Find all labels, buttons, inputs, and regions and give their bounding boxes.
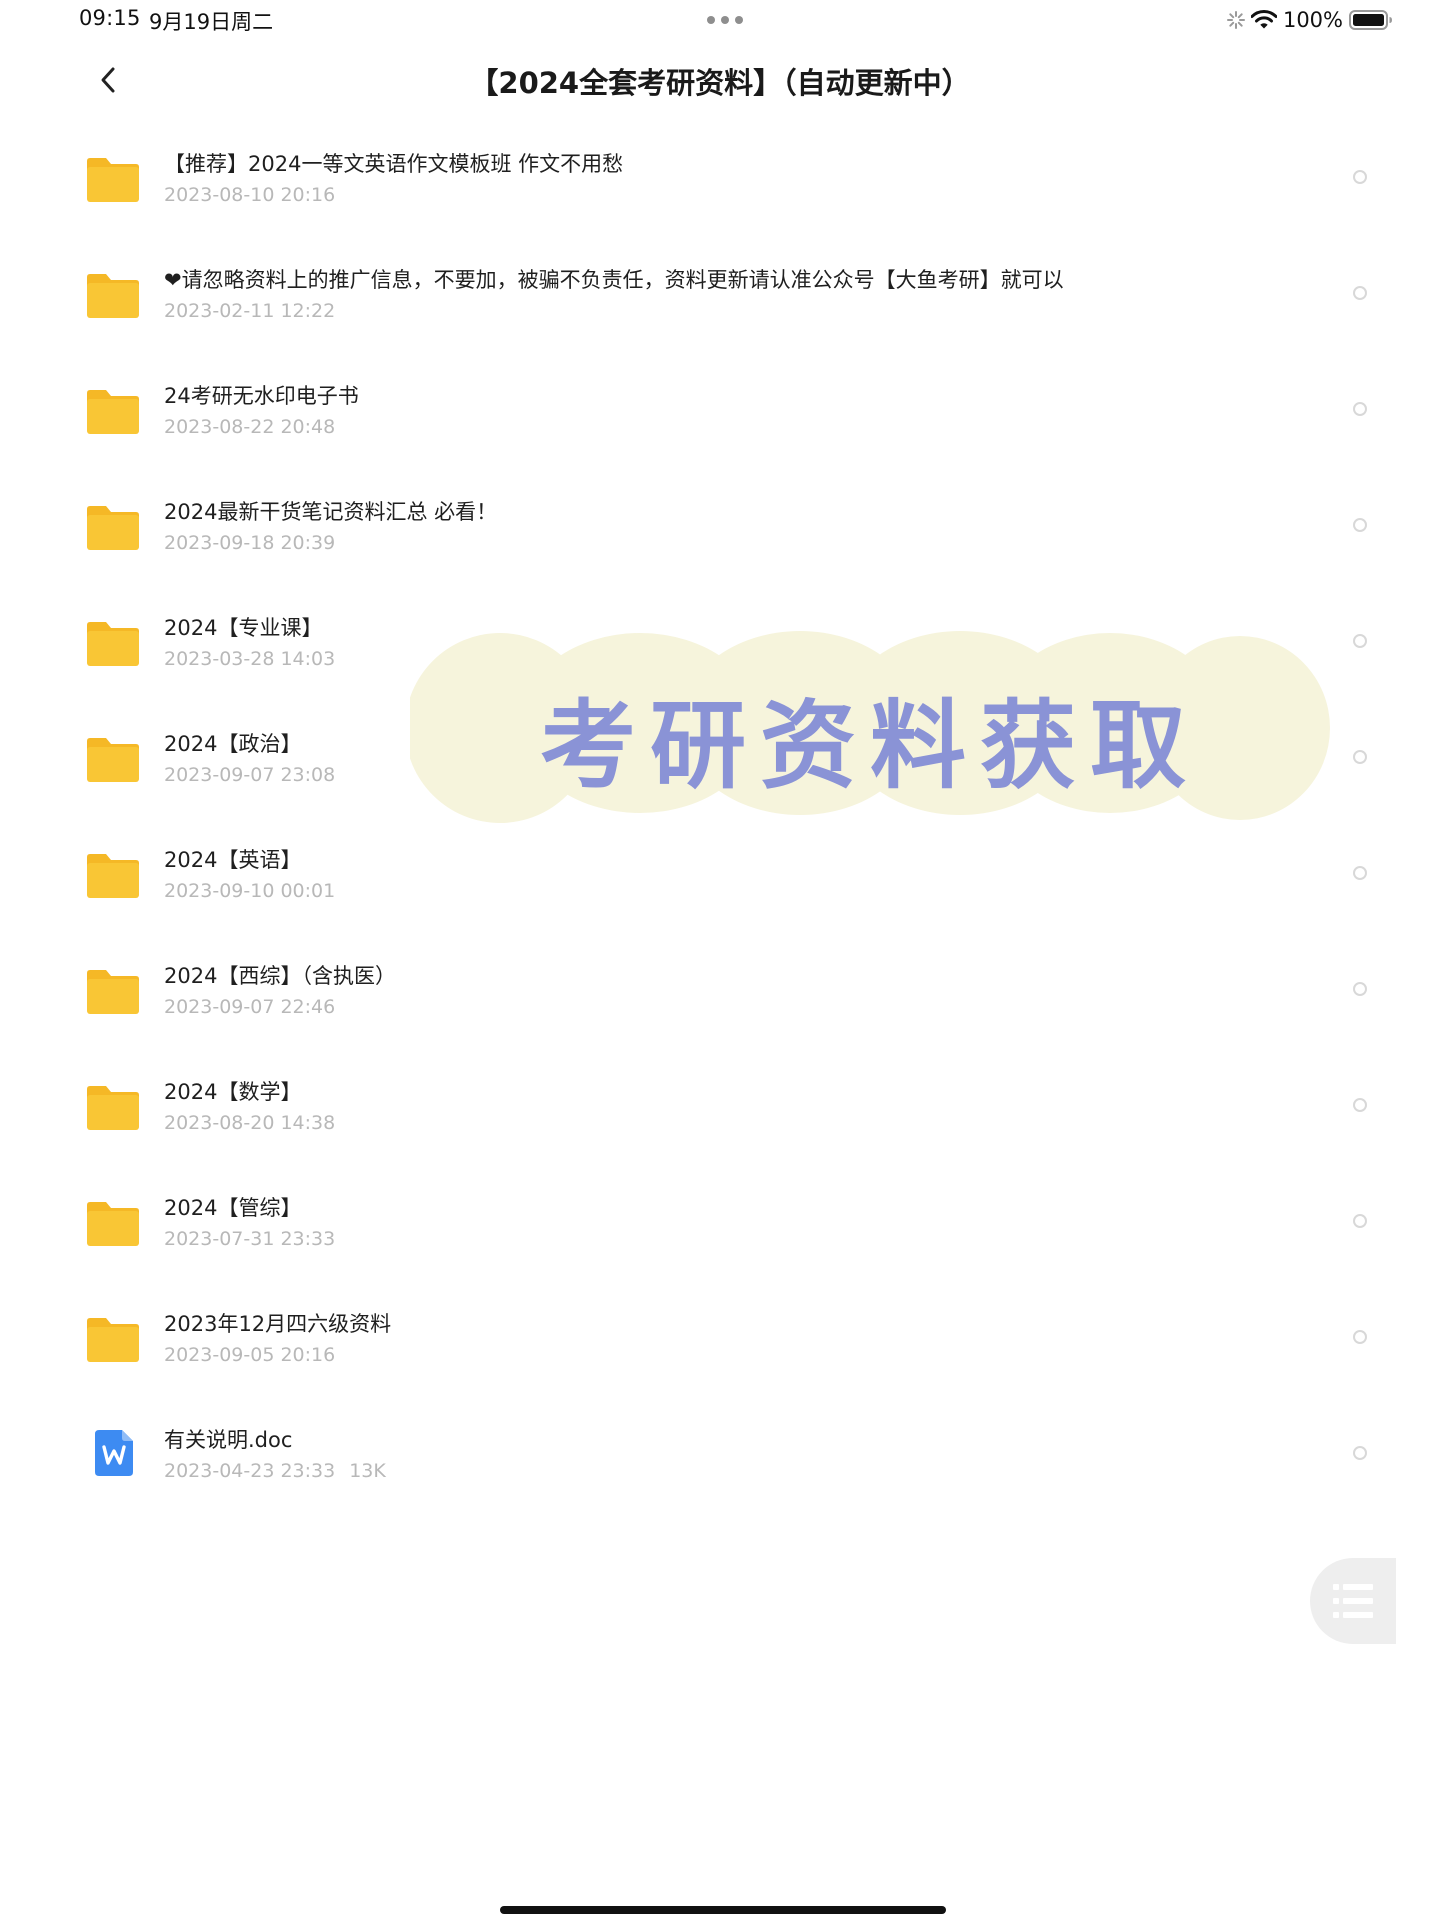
- file-row[interactable]: 有关说明.doc 2023-04-23 23:33 13K: [0, 1396, 1440, 1512]
- file-date: 2023-09-07 23:08: [164, 764, 336, 786]
- file-name: 2024最新干货笔记资料汇总 必看！: [164, 500, 498, 524]
- folder-icon: [87, 158, 139, 202]
- select-radio[interactable]: [1353, 170, 1367, 184]
- file-date: 2023-09-05 20:16: [164, 1344, 336, 1366]
- folder-icon: [87, 970, 139, 1014]
- folder-icon: [87, 1318, 139, 1362]
- file-meta: 2023-08-22 20:48: [164, 416, 335, 438]
- folder-row[interactable]: 2024【管综】 2023-07-31 23:33: [0, 1164, 1440, 1280]
- file-meta: 2023-09-07 23:08: [164, 764, 335, 786]
- file-date: 2023-02-11 12:22: [164, 300, 336, 322]
- wifi-icon: [1250, 10, 1277, 29]
- folder-row[interactable]: 2024【英语】 2023-09-10 00:01: [0, 816, 1440, 932]
- select-radio[interactable]: [1353, 1330, 1367, 1344]
- file-date: 2023-09-07 22:46: [164, 996, 336, 1018]
- file-name: 2024【管综】: [164, 1196, 302, 1220]
- file-meta: 2023-08-10 20:16: [164, 184, 335, 206]
- select-radio[interactable]: [1353, 634, 1367, 648]
- select-radio[interactable]: [1353, 1214, 1367, 1228]
- file-list: 【推荐】2024一等文英语作文模板班 作文不用愁 2023-08-10 20:16…: [0, 120, 1440, 1512]
- folder-row[interactable]: 【推荐】2024一等文英语作文模板班 作文不用愁 2023-08-10 20:16: [0, 120, 1440, 236]
- folder-icon: [87, 506, 139, 550]
- file-name: 有关说明.doc: [164, 1428, 293, 1452]
- select-radio[interactable]: [1353, 286, 1367, 300]
- file-meta: 2023-03-28 14:03: [164, 648, 335, 670]
- folder-icon: [87, 1202, 139, 1246]
- file-date: 2023-09-18 20:39: [164, 532, 336, 554]
- word-doc-icon: [95, 1430, 133, 1476]
- folder-icon: [87, 622, 139, 666]
- file-date: 2023-03-28 14:03: [164, 648, 336, 670]
- file-name: 2024【数学】: [164, 1080, 302, 1104]
- folder-row[interactable]: 2023年12月四六级资料 2023-09-05 20:16: [0, 1280, 1440, 1396]
- folder-row[interactable]: 24考研无水印电子书 2023-08-22 20:48: [0, 352, 1440, 468]
- status-time: 09:15: [79, 6, 141, 30]
- folder-row[interactable]: 2024【西综】（含执医） 2023-09-07 22:46: [0, 932, 1440, 1048]
- file-date: 2023-08-22 20:48: [164, 416, 336, 438]
- select-radio[interactable]: [1353, 518, 1367, 532]
- file-meta: 2023-09-07 22:46: [164, 996, 335, 1018]
- select-radio[interactable]: [1353, 750, 1367, 764]
- folder-icon: [87, 738, 139, 782]
- header: 【2024全套考研资料】（自动更新中）: [0, 50, 1440, 110]
- file-meta: 2023-09-18 20:39: [164, 532, 335, 554]
- select-radio[interactable]: [1353, 1446, 1367, 1460]
- select-radio[interactable]: [1353, 1098, 1367, 1112]
- file-name: 2024【英语】: [164, 848, 302, 872]
- file-size: 13K: [349, 1460, 386, 1482]
- file-name: 2024【西综】（含执医）: [164, 964, 396, 988]
- home-indicator[interactable]: [500, 1906, 946, 1914]
- file-meta: 2023-07-31 23:33: [164, 1228, 335, 1250]
- file-meta: 2023-09-05 20:16: [164, 1344, 335, 1366]
- folder-row[interactable]: ❤请忽略资料上的推广信息，不要加，被骗不负责任，资料更新请认准公众号【大鱼考研】…: [0, 236, 1440, 352]
- file-name: 2024【政治】: [164, 732, 302, 756]
- file-name: ❤请忽略资料上的推广信息，不要加，被骗不负责任，资料更新请认准公众号【大鱼考研】…: [164, 268, 1064, 292]
- select-radio[interactable]: [1353, 866, 1367, 880]
- select-radio[interactable]: [1353, 402, 1367, 416]
- file-name: 2023年12月四六级资料: [164, 1312, 392, 1336]
- folder-icon: [87, 274, 139, 318]
- file-date: 2023-08-10 20:16: [164, 184, 336, 206]
- file-meta: 2023-08-20 14:38: [164, 1112, 335, 1134]
- list-icon: [1333, 1584, 1373, 1618]
- file-date: 2023-04-23 23:33: [164, 1460, 336, 1482]
- file-meta: 2023-09-10 00:01: [164, 880, 335, 902]
- folder-icon: [87, 854, 139, 898]
- multitasking-dots-icon[interactable]: [706, 15, 744, 25]
- battery-icon: [1349, 10, 1392, 30]
- status-bar: 09:15 9月19日周二 100%: [0, 0, 1440, 40]
- file-name: 2024【专业课】: [164, 616, 323, 640]
- folder-row[interactable]: 2024最新干货笔记资料汇总 必看！ 2023-09-18 20:39: [0, 468, 1440, 584]
- folder-icon: [87, 1086, 139, 1130]
- status-indicators: 100%: [1226, 6, 1393, 34]
- folder-icon: [87, 390, 139, 434]
- folder-row[interactable]: 2024【专业课】 2023-03-28 14:03: [0, 584, 1440, 700]
- select-radio[interactable]: [1353, 982, 1367, 996]
- file-name: 24考研无水印电子书: [164, 384, 359, 408]
- loading-icon: [1226, 11, 1245, 29]
- battery-percent: 100%: [1282, 8, 1343, 32]
- status-date: 9月19日周二: [149, 10, 274, 34]
- file-meta: 2023-02-11 12:22: [164, 300, 335, 322]
- page-title: 【2024全套考研资料】（自动更新中）: [469, 66, 971, 100]
- float-menu-button[interactable]: [1310, 1558, 1396, 1644]
- folder-row[interactable]: 2024【数学】 2023-08-20 14:38: [0, 1048, 1440, 1164]
- file-meta: 2023-04-23 23:33 13K: [164, 1460, 386, 1482]
- file-date: 2023-07-31 23:33: [164, 1228, 336, 1250]
- file-date: 2023-09-10 00:01: [164, 880, 336, 902]
- file-date: 2023-08-20 14:38: [164, 1112, 336, 1134]
- file-name: 【推荐】2024一等文英语作文模板班 作文不用愁: [164, 152, 624, 176]
- folder-row[interactable]: 2024【政治】 2023-09-07 23:08: [0, 700, 1440, 816]
